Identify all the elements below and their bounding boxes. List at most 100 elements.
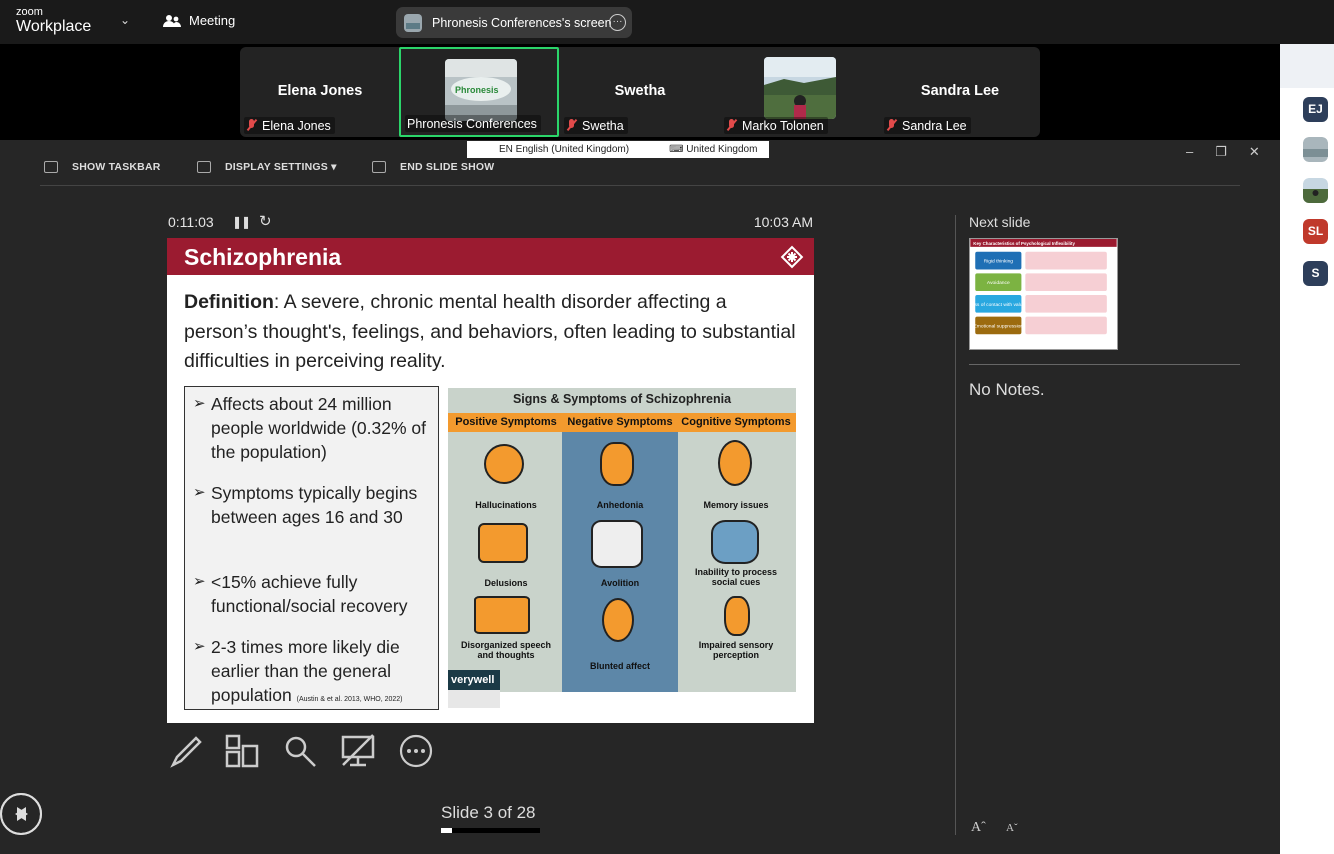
participant-tile[interactable]: Swetha Swetha <box>560 47 720 137</box>
participant-strip: Elena Jones Elena Jones Phronesis Phrone… <box>240 47 1040 137</box>
slide-title: Schizophrenia <box>184 244 342 270</box>
infographic-header: Positive Symptoms Negative Symptoms Cogn… <box>448 413 796 432</box>
logo-big-text: Workplace <box>16 18 92 35</box>
next-slide-row-desc <box>1025 294 1107 313</box>
participant-name: Sandra Lee <box>902 118 967 133</box>
zoom-window: zoom Workplace ⌄ Meeting Phronesis Confe… <box>0 0 1334 854</box>
sidebar-header <box>1280 44 1334 88</box>
next-slide-row-desc <box>1025 273 1107 292</box>
participant-name: Marko Tolonen <box>742 118 824 133</box>
participant-display-name: Sandra Lee <box>920 83 1000 99</box>
slide-header: Schizophrenia <box>167 238 814 275</box>
symptom-label: Impaired sensory perception <box>698 640 774 660</box>
show-taskbar-label: SHOW TASKBAR <box>72 161 161 173</box>
presenter-avatar-icon <box>404 13 422 32</box>
citation: (Austin & et al. 2013, WHO, 2022) <box>296 696 403 703</box>
language-indicator[interactable]: EN English (United Kingdom) <box>499 144 629 155</box>
avatar[interactable]: EJ <box>1303 97 1328 122</box>
avatar[interactable]: SL <box>1303 219 1328 244</box>
meeting-menu[interactable]: Meeting <box>163 13 235 28</box>
next-slide-row-label: Avoidance <box>987 280 1010 286</box>
screen-share-pill[interactable]: Phronesis Conferences's screen ··· <box>396 7 632 38</box>
next-slide-row-desc <box>1025 316 1107 335</box>
participant-label: Sandra Lee <box>884 117 971 134</box>
slide-progress-bar <box>441 828 540 833</box>
language-bar[interactable]: EN English (United Kingdom) ⌨ United Kin… <box>467 141 769 158</box>
pause-icon[interactable]: ❚❚ <box>232 215 251 229</box>
end-slide-show-button[interactable]: END SLIDE SHOW <box>372 161 494 173</box>
participant-label: Elena Jones <box>244 117 335 134</box>
next-slide-row-label: Rigid thinking <box>984 259 1014 265</box>
brand-text: verywell <box>448 670 500 690</box>
list-item: ➢ <15% achieve fully functional/social re… <box>193 570 433 618</box>
top-bar: zoom Workplace ⌄ Meeting Phronesis Confe… <box>0 0 1334 44</box>
increase-font-icon[interactable]: Aˆ <box>971 820 986 836</box>
current-time: 10:03 AM <box>753 214 813 230</box>
participant-label: Marko Tolonen <box>724 117 828 134</box>
window-controls: – ❐ ✕ <box>1186 144 1260 160</box>
avatar[interactable] <box>1303 178 1328 203</box>
symptom-label: Hallucinations <box>475 500 537 510</box>
slide-progress-fill <box>441 828 452 833</box>
infographic-title: Signs & Symptoms of Schizophrenia <box>512 392 732 406</box>
slide-bullet-box: ➢ Affects about 24 million people worldwi… <box>184 386 439 710</box>
meeting-label: Meeting <box>189 13 236 28</box>
mic-muted-icon <box>566 119 578 132</box>
show-taskbar-button[interactable]: SHOW TASKBAR <box>44 161 161 173</box>
participant-display-name: Elena Jones <box>277 83 363 99</box>
pen-icon[interactable] <box>168 733 204 769</box>
definition-term: Definition <box>184 291 274 313</box>
logo-small-text: zoom <box>16 6 43 18</box>
toolbar-divider <box>40 185 1240 186</box>
chevron-down-icon[interactable]: ⌄ <box>120 13 130 27</box>
participant-name: Swetha <box>582 118 624 133</box>
symptom-label: Anhedonia <box>596 500 644 510</box>
next-slide-button[interactable] <box>0 793 42 835</box>
minimize-icon[interactable]: – <box>1186 144 1193 160</box>
close-icon[interactable]: ✕ <box>1249 144 1260 160</box>
keyboard-indicator[interactable]: ⌨ United Kingdom <box>669 144 757 155</box>
current-slide[interactable]: Schizophrenia Definition: A severe, chro… <box>167 238 814 723</box>
participant-tile-active[interactable]: Phronesis Phronesis Conferences <box>399 47 559 137</box>
arrow-bullet-icon: ➢ <box>193 573 206 590</box>
participant-tile[interactable]: Elena Jones Elena Jones <box>240 47 400 137</box>
see-all-slides-icon[interactable] <box>224 733 260 769</box>
column-header: Positive Symptoms <box>455 416 557 428</box>
arrow-bullet-icon: ➢ <box>193 638 206 655</box>
notes-divider <box>969 364 1240 365</box>
screen-share-label: Phronesis Conferences's screen <box>432 15 612 30</box>
bullet-text: <15% achieve fully functional/social rec… <box>211 572 408 616</box>
symptom-label: Disorganized speech and thoughts <box>460 640 552 660</box>
mask-icon <box>600 442 634 486</box>
brain-head-icon <box>718 440 752 486</box>
definition-text: : A severe, chronic mental health disord… <box>184 291 796 372</box>
symptom-label: Memory issues <box>703 500 769 510</box>
participant-display-name: Swetha <box>614 83 666 99</box>
verywell-badge: verywell <box>448 670 500 708</box>
display-settings-button[interactable]: DISPLAY SETTINGS ▾ <box>197 161 337 173</box>
arrow-bullet-icon: ➢ <box>193 395 206 412</box>
bullet-text: Symptoms typically begins between ages 1… <box>211 483 418 527</box>
castle-icon <box>478 523 528 563</box>
more-options-icon[interactable] <box>398 733 434 769</box>
list-item: ➢ Symptoms typically begins between ages … <box>193 481 433 529</box>
sun-icon <box>484 444 524 484</box>
more-options-icon[interactable]: ··· <box>609 14 626 31</box>
reset-timer-icon[interactable]: ↻ <box>259 212 272 230</box>
column-header: Cognitive Symptoms <box>681 416 791 428</box>
pane-divider[interactable] <box>955 215 956 835</box>
decrease-font-icon[interactable]: Aˇ <box>1006 822 1018 834</box>
black-screen-icon[interactable] <box>340 733 376 769</box>
participant-tile[interactable]: Marko Tolonen <box>720 47 880 137</box>
avatar[interactable]: S <box>1303 261 1328 286</box>
zoom-magnifier-icon[interactable] <box>282 733 318 769</box>
participant-tile[interactable]: Sandra Lee Sandra Lee <box>880 47 1040 137</box>
participant-label: Phronesis Conferences <box>405 115 541 132</box>
restore-icon[interactable]: ❐ <box>1215 144 1227 160</box>
bullet-text: 2-3 times more likely die earlier than t… <box>211 637 400 705</box>
next-slide-thumbnail[interactable]: Rigid thinking Avoidance Loss of contact w… <box>969 238 1118 350</box>
mic-muted-icon <box>886 119 898 132</box>
puzzle-icon <box>474 596 530 634</box>
next-slide-label: Next slide <box>969 214 1031 230</box>
avatar[interactable] <box>1303 137 1328 162</box>
